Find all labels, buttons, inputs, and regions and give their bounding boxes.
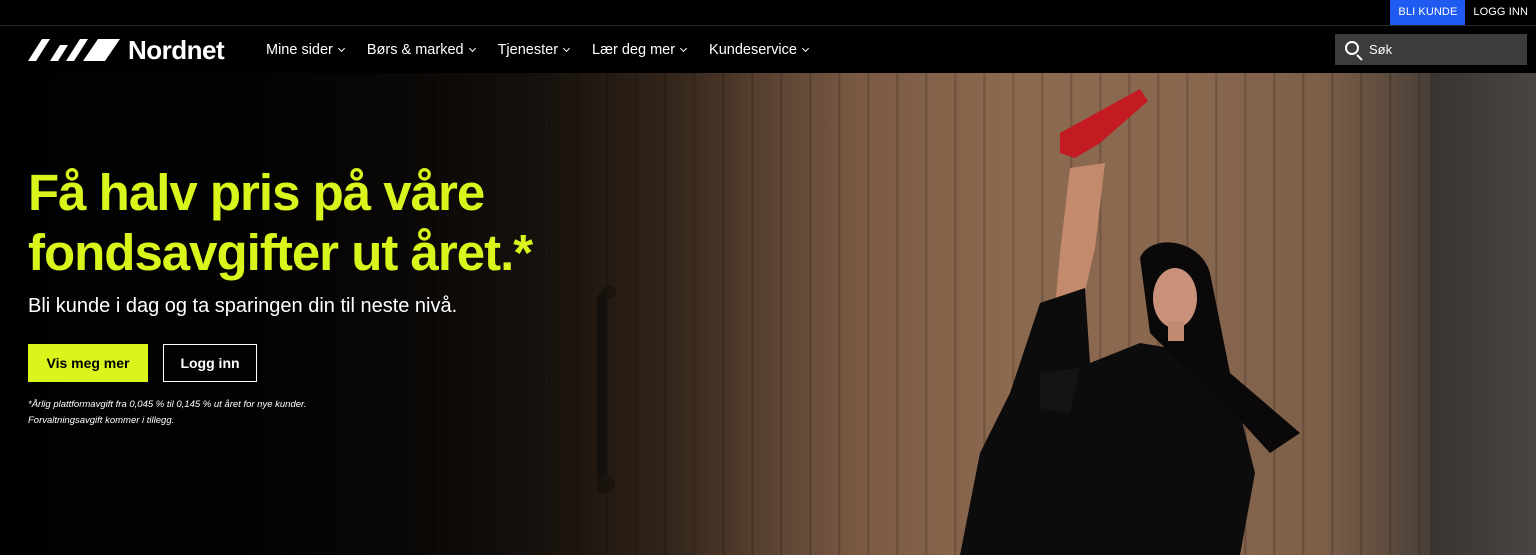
nav-item-tjenester[interactable]: Tjenester (497, 41, 571, 58)
nav-item-laer-deg-mer[interactable]: Lær deg mer (592, 41, 688, 58)
nav-item-label: Kundeservice (709, 41, 797, 58)
hero-banner: Få halv pris på våre fondsavgifter ut år… (0, 73, 1536, 555)
brand-name: Nordnet (128, 34, 225, 65)
hero-footnote: *Årlig plattformavgift fra 0,045 % til 0… (28, 397, 748, 429)
nav-item-label: Lær deg mer (592, 41, 676, 58)
nordnet-logo-icon (28, 39, 120, 61)
chevron-down-icon (468, 44, 476, 52)
chevron-down-icon (562, 44, 571, 52)
hero-headline-line-1: Få halv pris på våre (28, 164, 485, 221)
footnote-line-2: Forvaltningsavgift kommer i tillegg. (28, 415, 175, 426)
nav-item-bors-marked[interactable]: Børs & marked (366, 41, 476, 58)
search-icon (1345, 40, 1363, 61)
search-placeholder: Søk (1369, 42, 1393, 57)
show-more-button[interactable]: Vis meg mer (28, 344, 148, 382)
nav-menu: Mine sider Børs & marked Tjenester Lær d… (266, 26, 831, 73)
nav-item-label: Tjenester (497, 41, 559, 58)
hero-headline-line-2: fondsavgifter ut året.* (28, 224, 533, 281)
footnote-line-1: *Årlig plattformavgift fra 0,045 % til 0… (28, 399, 307, 410)
nordnet-logo[interactable]: Nordnet (28, 34, 225, 65)
utility-links: BLI KUNDE LOGG INN (1390, 0, 1536, 25)
search-input[interactable]: Søk (1335, 34, 1527, 65)
hero-subline: Bli kunde i dag og ta sparingen din til … (28, 295, 458, 317)
nav-item-label: Børs & marked (366, 41, 464, 58)
nav-item-kundeservice[interactable]: Kundeservice (709, 41, 809, 58)
login-link[interactable]: LOGG INN (1465, 0, 1536, 25)
nav-item-mine-sider[interactable]: Mine sider (266, 41, 345, 58)
chevron-down-icon (337, 44, 345, 52)
hero-headline: Få halv pris på våre fondsavgifter ut år… (28, 163, 748, 283)
nav-item-label: Mine sider (266, 41, 333, 58)
chevron-down-icon (680, 44, 688, 52)
cta-row: Vis meg mer Logg inn (28, 344, 748, 382)
hero-login-button[interactable]: Logg inn (163, 344, 257, 382)
become-customer-button[interactable]: BLI KUNDE (1390, 0, 1466, 25)
chevron-down-icon (801, 44, 809, 52)
utility-bar: BLI KUNDE LOGG INN (0, 0, 1536, 26)
hero-content: Få halv pris på våre fondsavgifter ut år… (28, 163, 748, 429)
main-navigation: Nordnet Mine sider Børs & marked Tjenest… (0, 26, 1536, 73)
